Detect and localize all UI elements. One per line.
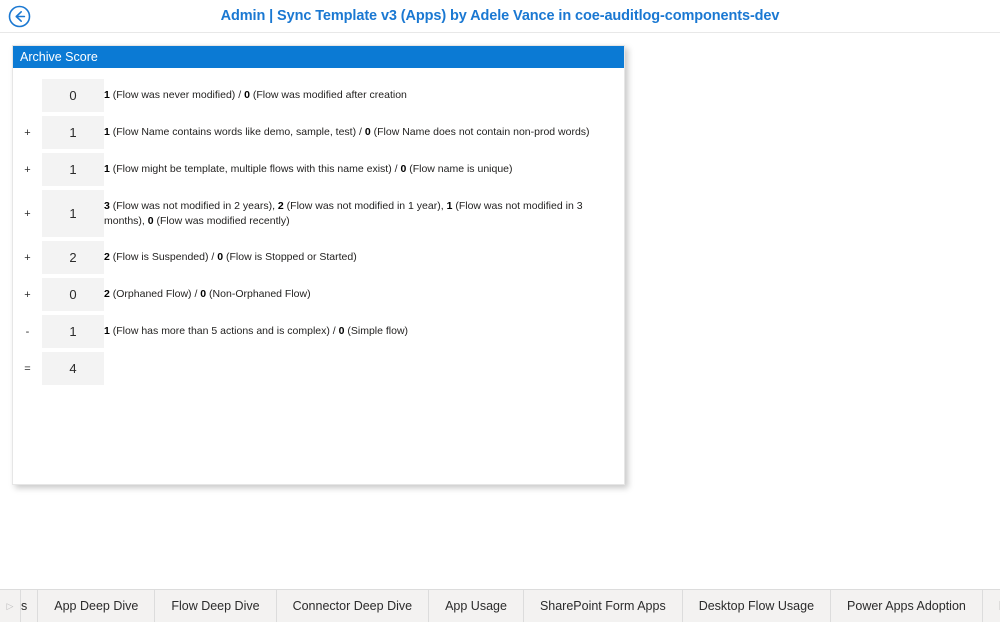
- score-desc-text: (Flow has more than 5 actions and is com…: [109, 325, 339, 337]
- score-description: 1 (Flow might be template, multiple flow…: [104, 153, 624, 186]
- score-desc-text: (Flow was never modified) /: [109, 89, 245, 101]
- tab-sharepoint-form-apps[interactable]: SharePoint Form Apps: [523, 590, 683, 622]
- score-value: 1: [42, 153, 104, 186]
- score-description: 3 (Flow was not modified in 2 years), 2 …: [104, 190, 624, 237]
- page-title: Admin | Sync Template v3 (Apps) by Adele…: [220, 8, 780, 24]
- score-value: 0: [42, 79, 104, 112]
- tab-label: Desktop Flow Usage: [698, 599, 815, 613]
- score-row: +1 1 (Flow might be template, multiple fl…: [13, 153, 624, 186]
- tab-label: SharePoint Form Apps: [539, 599, 666, 613]
- tab-app-usage[interactable]: App Usage: [429, 590, 524, 622]
- tab-app-deep-dive[interactable]: App Deep Dive: [38, 590, 156, 622]
- tab-label: App Deep Dive: [54, 599, 139, 613]
- score-row: = 4: [13, 352, 624, 385]
- score-value: 1: [42, 315, 104, 348]
- score-row: +1 3 (Flow was not modified in 2 years), …: [13, 190, 624, 237]
- score-desc-text: (Flow Name does not contain non-prod wor…: [370, 126, 590, 138]
- score-value: 1: [42, 190, 104, 237]
- score-operator: -: [25, 325, 30, 338]
- score-operator: +: [24, 126, 31, 139]
- score-operator: +: [24, 207, 31, 220]
- score-desc-text: (Orphaned Flow) /: [109, 288, 201, 300]
- card-body: 01 (Flow was never modified) / 0 (Flow w…: [13, 68, 624, 389]
- score-description: 1 (Flow was never modified) / 0 (Flow wa…: [104, 79, 624, 112]
- score-description: 2 (Orphaned Flow) / 0 (Non-Orphaned Flow…: [104, 278, 624, 311]
- tab-power-platform[interactable]: Power Platform: [982, 590, 1000, 622]
- score-desc-text: (Flow was not modified in 2 years),: [109, 199, 278, 212]
- score-desc-text: (Flow was modified after creation: [249, 89, 407, 101]
- score-operator: +: [24, 163, 31, 176]
- score-value: 4: [42, 352, 104, 385]
- archive-score-table: 01 (Flow was never modified) / 0 (Flow w…: [13, 75, 624, 389]
- score-row: +2 2 (Flow is Suspended) / 0 (Flow is Sto…: [13, 241, 624, 274]
- score-desc-text: (Flow might be template, multiple flows …: [109, 163, 401, 175]
- score-desc-text: (Flow is Suspended) /: [109, 251, 218, 263]
- score-description: 1 (Flow Name contains words like demo, s…: [104, 116, 624, 149]
- score-value: 0: [42, 278, 104, 311]
- bottom-tab-bar[interactable]: ▷ s App Deep Dive Flow Deep Dive Connector …: [0, 589, 1000, 622]
- score-row: 01 (Flow was never modified) / 0 (Flow w…: [13, 79, 624, 112]
- tab-label: Flow Deep Dive: [171, 599, 260, 613]
- score-desc-text: (Flow was not modified in 1 year),: [283, 199, 447, 212]
- tab-label: Power Apps Adoption: [847, 599, 966, 613]
- score-description: 2 (Flow is Suspended) / 0 (Flow is Stopp…: [104, 241, 624, 274]
- score-desc-text: (Simple flow): [344, 325, 409, 337]
- score-operator: [13, 79, 42, 112]
- top-bar: Admin | Sync Template v3 (Apps) by Adele…: [0, 0, 1000, 33]
- tab-label: App Usage: [445, 599, 507, 613]
- score-desc-text: (Flow was modified recently): [153, 214, 290, 227]
- score-desc-text: (Flow name is unique): [406, 163, 513, 175]
- score-description: [104, 352, 624, 385]
- score-description: 1 (Flow has more than 5 actions and is c…: [104, 315, 624, 348]
- card-header-title: Archive Score: [13, 46, 624, 68]
- score-operator: +: [24, 288, 31, 301]
- tab-s[interactable]: s: [21, 590, 39, 622]
- score-desc-text: (Flow is Stopped or Started): [223, 251, 357, 263]
- score-row: -11 (Flow has more than 5 actions and is…: [13, 315, 624, 348]
- score-value: 2: [42, 241, 104, 274]
- score-operator: +: [24, 251, 31, 264]
- tab-connector-deep-dive[interactable]: Connector Deep Dive: [276, 590, 430, 622]
- tab-desktop-flow-usage[interactable]: Desktop Flow Usage: [682, 590, 832, 622]
- score-desc-text: (Flow Name contains words like demo, sam…: [109, 126, 365, 138]
- score-row: +1 1 (Flow Name contains words like demo,…: [13, 116, 624, 149]
- score-operator: =: [24, 362, 31, 375]
- score-row: +0 2 (Orphaned Flow) / 0 (Non-Orphaned Fl…: [13, 278, 624, 311]
- tab-scroll-right-icon[interactable]: ▷: [0, 590, 21, 622]
- archive-score-card: Archive Score 01 (Flow was never modifie…: [12, 45, 625, 485]
- score-desc-text: (Non-Orphaned Flow): [206, 288, 311, 300]
- tab-label: Connector Deep Dive: [292, 599, 413, 613]
- tab-flow-deep-dive[interactable]: Flow Deep Dive: [155, 590, 277, 622]
- score-value: 1: [42, 116, 104, 149]
- tab-power-apps-adoption[interactable]: Power Apps Adoption: [831, 590, 983, 622]
- tab-label: s: [21, 599, 28, 613]
